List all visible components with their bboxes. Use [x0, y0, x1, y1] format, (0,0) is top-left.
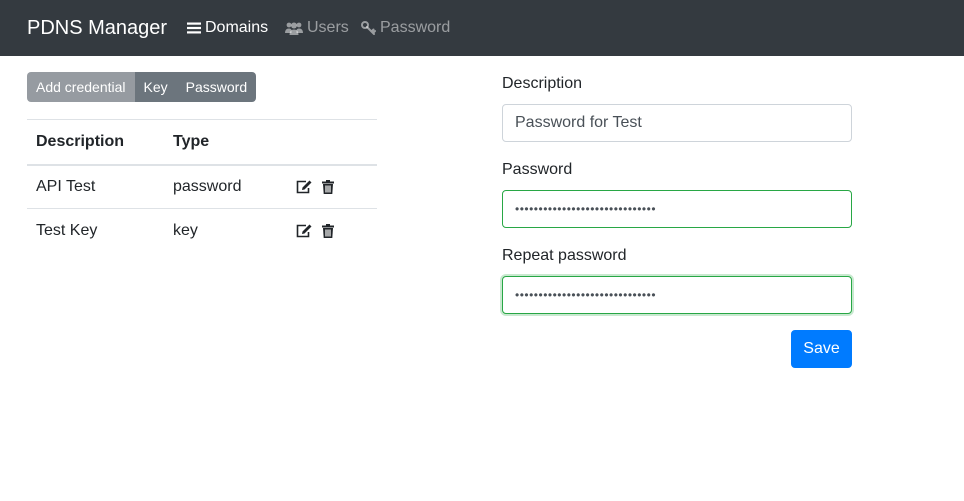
- password-input[interactable]: [502, 190, 852, 228]
- password-group: Password: [502, 160, 852, 228]
- column-header-actions: [287, 120, 377, 165]
- table-row: API Test password: [27, 165, 377, 209]
- brand-title[interactable]: PDNS Manager: [27, 15, 167, 41]
- key-button[interactable]: Key: [134, 72, 177, 102]
- nav-item-password[interactable]: Password: [361, 18, 450, 38]
- edit-icon[interactable]: [296, 180, 312, 194]
- table-header-row: Description Type: [27, 119, 377, 165]
- trash-icon[interactable]: [322, 223, 334, 238]
- description-group: Description: [502, 74, 852, 142]
- edit-icon[interactable]: [296, 224, 312, 238]
- column-header-type: Type: [173, 132, 210, 150]
- users-icon: [285, 22, 303, 35]
- password-button[interactable]: Password: [176, 72, 257, 102]
- table-row: Test Key key: [27, 209, 377, 253]
- password-label: Password: [502, 161, 573, 178]
- repeat-password-input[interactable]: [502, 276, 852, 314]
- navbar: PDNS Manager Domains Users Password: [0, 0, 964, 56]
- column-header-description: Description: [36, 132, 125, 150]
- row-actions: [287, 209, 377, 253]
- row-description: Test Key: [36, 221, 98, 239]
- add-credential-button[interactable]: Add credential: [27, 72, 135, 102]
- description-label: Description: [502, 75, 583, 92]
- row-type: password: [173, 177, 242, 195]
- nav-item-users[interactable]: Users: [285, 18, 349, 38]
- row-type: key: [173, 221, 198, 239]
- row-actions: [287, 165, 377, 209]
- repeat-password-label: Repeat password: [502, 247, 627, 264]
- trash-icon[interactable]: [322, 179, 334, 194]
- credentials-table: Description Type API Test password Test …: [27, 119, 377, 253]
- nav-item-label: Password: [380, 19, 451, 36]
- list-icon: [187, 22, 201, 34]
- description-input[interactable]: [502, 104, 852, 142]
- credential-form: Description Password Repeat password: [502, 74, 852, 332]
- repeat-password-group: Repeat password: [502, 246, 852, 314]
- row-description: API Test: [36, 177, 96, 195]
- nav-item-label: Domains: [205, 19, 269, 36]
- credential-type-button-group: Add credential Key Password: [27, 72, 257, 102]
- nav-item-label: Users: [307, 19, 349, 36]
- save-button[interactable]: Save: [791, 330, 852, 368]
- key-icon: [361, 21, 376, 35]
- nav-item-domains[interactable]: Domains: [187, 18, 268, 38]
